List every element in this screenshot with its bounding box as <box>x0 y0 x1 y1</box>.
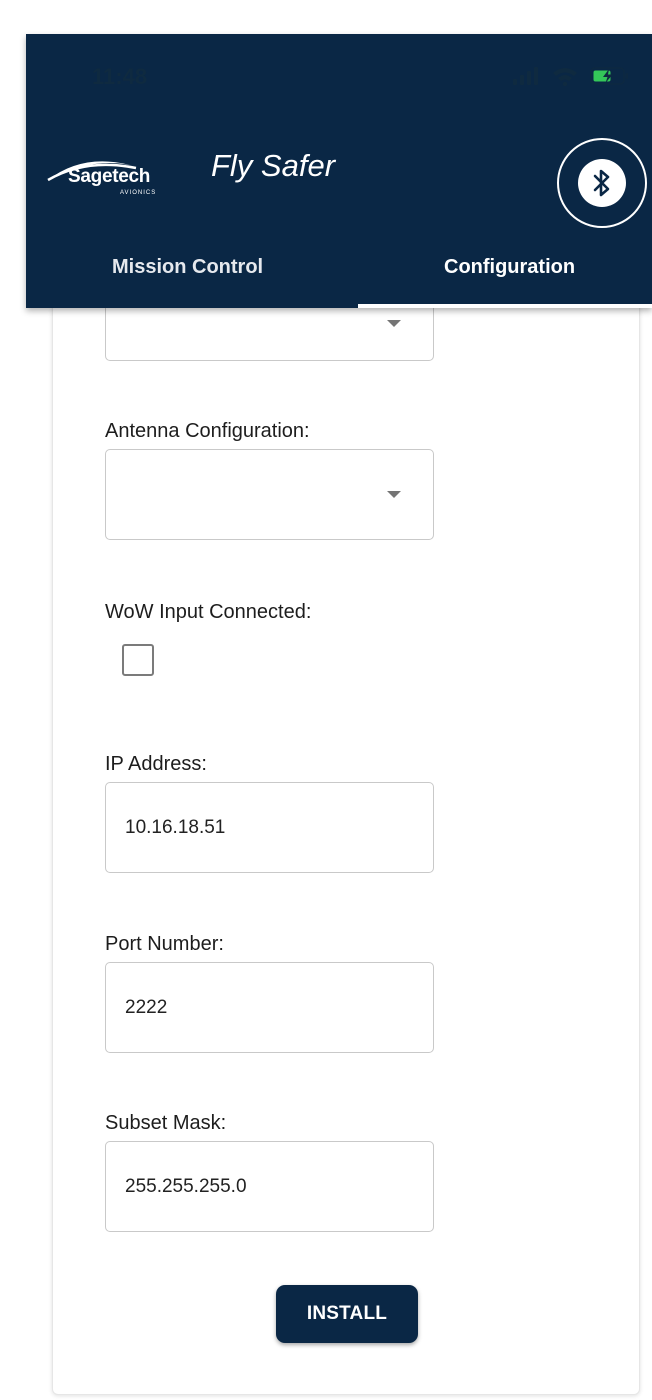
wow-input-label: WoW Input Connected: <box>105 601 312 623</box>
status-icons <box>512 64 630 88</box>
logo-subtext: AVIONICS <box>120 190 157 196</box>
antenna-config-label: Antenna Configuration: <box>105 420 310 442</box>
app-title: Fly Safer <box>211 148 336 183</box>
active-tab-indicator <box>358 304 652 308</box>
subset-mask-label: Subset Mask: <box>105 1112 227 1134</box>
ip-address-input[interactable]: 10.16.18.51 <box>105 782 434 873</box>
chevron-down-icon <box>387 490 401 498</box>
subset-mask-input[interactable]: 255.255.255.0 <box>105 1141 434 1232</box>
chevron-down-icon <box>387 319 401 327</box>
tab-mission-control[interactable]: Mission Control <box>112 256 263 279</box>
install-button[interactable]: INSTALL <box>276 1285 418 1343</box>
signal-icon <box>513 67 538 85</box>
bluetooth-icon <box>593 169 610 197</box>
battery-charging-icon <box>590 67 628 85</box>
bluetooth-button-fill <box>578 159 626 207</box>
app-header: 11:48 Sagetech AVIONICS Fly Safer Missio… <box>26 34 652 308</box>
port-number-label: Port Number: <box>105 933 224 955</box>
port-number-value: 2222 <box>125 996 168 1018</box>
tab-configuration[interactable]: Configuration <box>444 256 575 279</box>
wifi-icon <box>553 68 577 86</box>
wow-input-checkbox[interactable] <box>122 644 154 676</box>
subset-mask-value: 255.255.255.0 <box>125 1175 247 1197</box>
logo-text: Sagetech <box>68 166 151 187</box>
bluetooth-button[interactable] <box>557 138 647 228</box>
ip-address-label: IP Address: <box>105 753 207 775</box>
ip-address-value: 10.16.18.51 <box>125 816 226 838</box>
screen: Antenna Configuration: WoW Input Connect… <box>0 0 652 1400</box>
antenna-config-dropdown[interactable] <box>105 449 434 540</box>
status-time: 11:48 <box>92 64 148 89</box>
port-number-input[interactable]: 2222 <box>105 962 434 1053</box>
